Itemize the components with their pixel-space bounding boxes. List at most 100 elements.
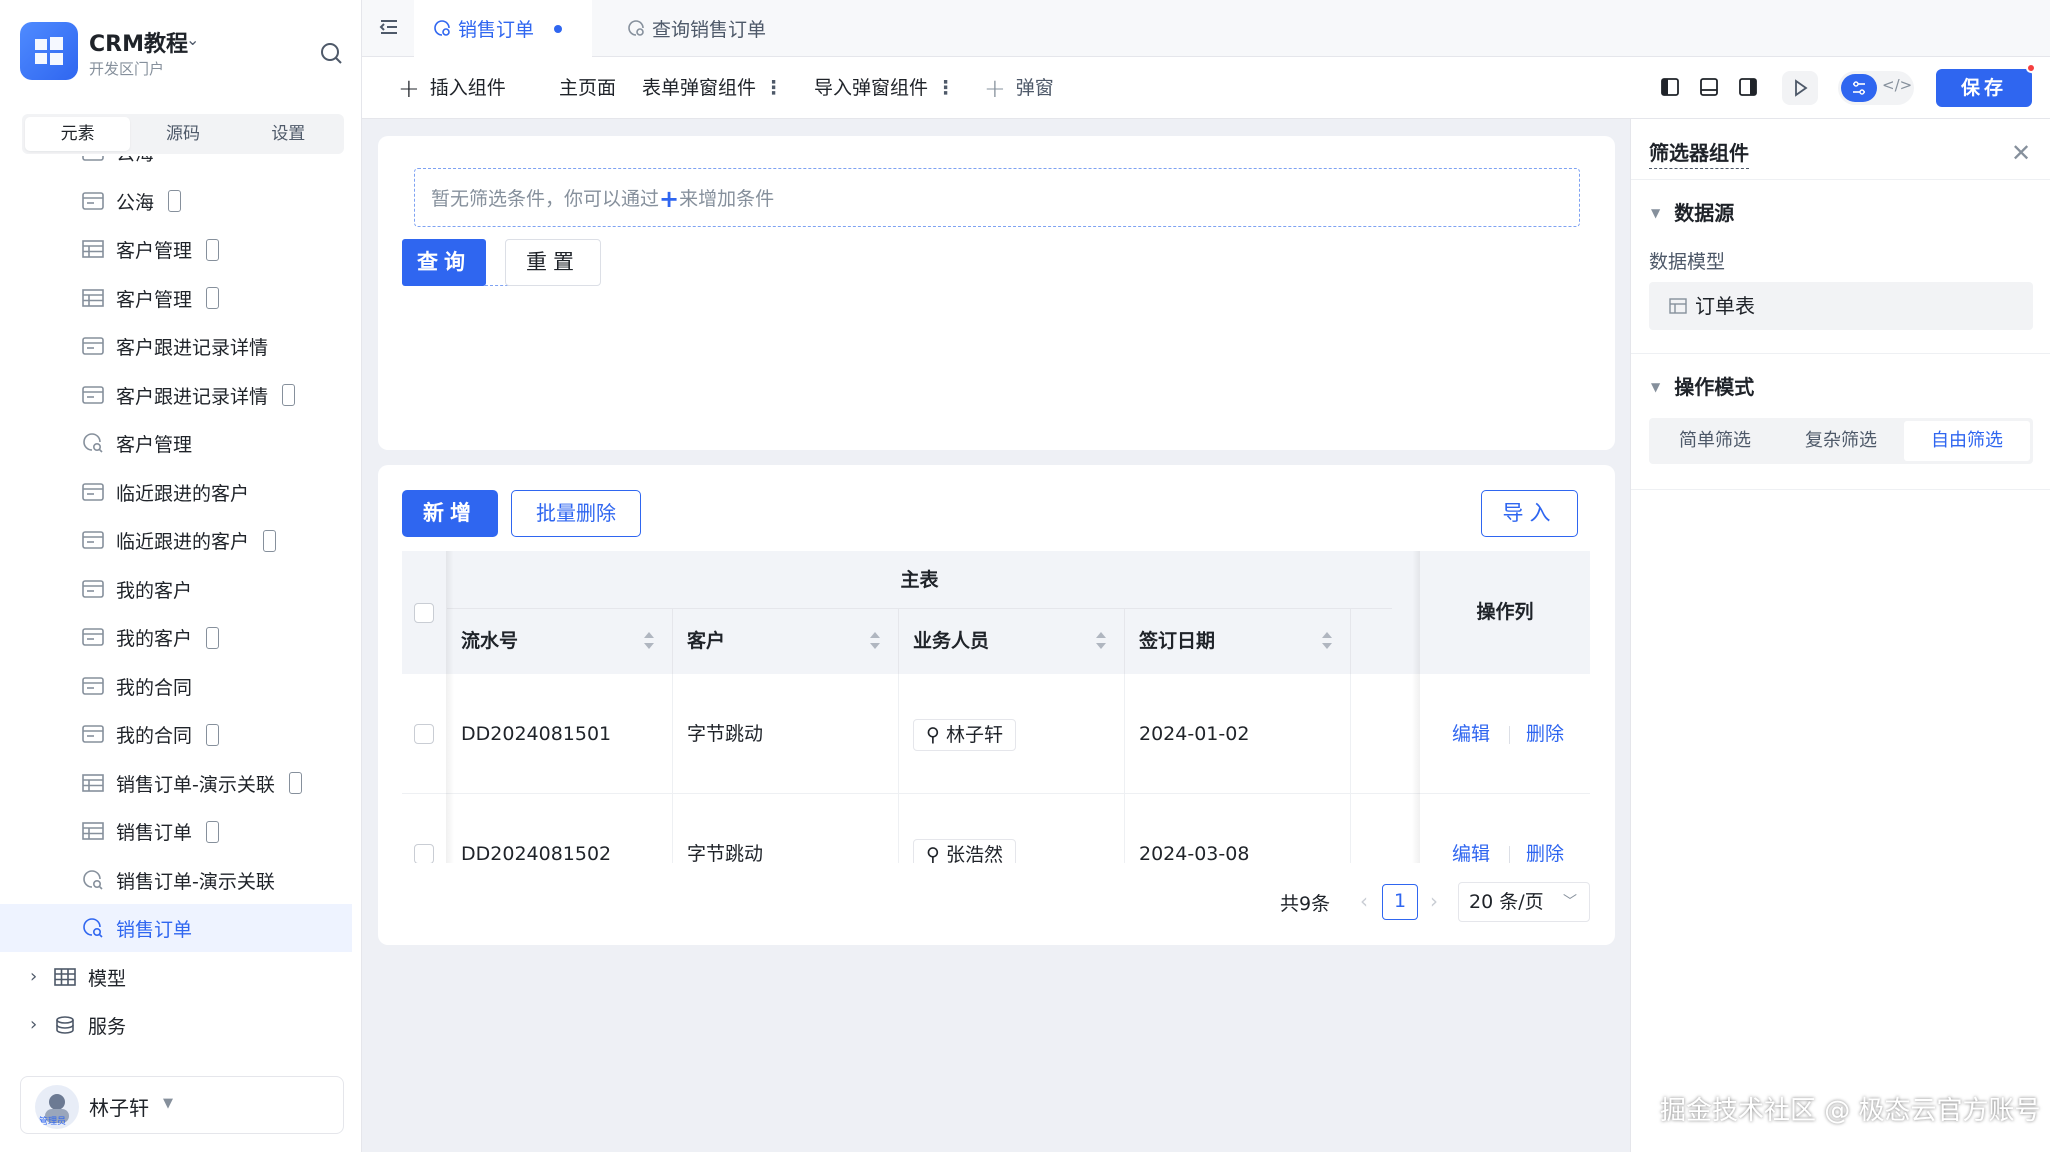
import-popup-button[interactable]: 导入弹窗组件 ⋮ [814,73,955,100]
sort-icon[interactable] [1322,632,1332,650]
sort-icon[interactable] [644,632,654,650]
sidebar-item-page[interactable]: 销售订单-演示关联 [0,759,352,807]
search-page-icon [434,19,450,36]
total-count: 共9条 [1280,893,1331,915]
divider [1509,846,1510,863]
sidebar-item-label-wrap: 销售订单-演示关联 [116,770,302,797]
sidebar-item-page[interactable]: 客户跟进记录详情 [0,322,352,370]
mode-simple-filter[interactable]: 简单筛选 [1652,421,1778,461]
search-icon[interactable] [318,40,344,66]
tab-source[interactable]: 源码 [130,117,235,151]
popup-button[interactable]: + 弹窗 [984,73,1054,104]
reset-button[interactable]: 重置 [505,239,601,286]
chevron-down-icon[interactable]: ⌄ [186,30,199,49]
collapse-triangle-icon[interactable]: ▼ [1651,380,1660,394]
mobile-icon [206,820,220,843]
sort-icon[interactable] [1096,632,1106,650]
row-checkbox[interactable] [414,724,434,744]
next-page-icon[interactable]: › [1430,889,1438,913]
header-sign-date[interactable]: 签订日期 [1125,609,1351,674]
collapse-triangle-icon[interactable]: ▼ [1651,206,1660,220]
sort-icon[interactable] [870,632,880,650]
insert-component-button[interactable]: + 插入组件 [398,73,506,104]
prev-page-icon[interactable]: ‹ [1360,889,1368,913]
design-code-toggle[interactable]: </> [1838,71,1914,105]
more-icon[interactable]: ⋮ [764,77,783,99]
sidebar-item-label: 销售订单 [116,822,193,844]
sidebar-item-page[interactable]: 销售订单-演示关联 [0,856,352,904]
tab-query-sales-order[interactable]: 查询销售订单 [608,0,768,57]
save-button[interactable]: 保存 [1936,69,2032,107]
sidebar-item-page[interactable]: 销售订单 [0,807,352,855]
select-all-checkbox[interactable] [414,603,434,623]
sidebar-item-page[interactable]: 我的合同 [0,662,352,710]
app-name[interactable]: CRM教程 [89,26,188,58]
sidebar-group[interactable]: › 服务 [0,1001,352,1046]
app-logo-icon[interactable] [20,22,78,80]
sidebar-item-page[interactable]: 我的客户 [0,565,352,613]
sidebar-item-page[interactable]: 客户管理 [0,225,352,273]
main-page-button[interactable]: 主页面 [559,73,616,100]
row-checkbox[interactable] [414,844,434,863]
tab-elements[interactable]: 元素 [25,117,131,151]
header-customer[interactable]: 客户 [673,609,899,674]
caret-down-icon[interactable]: ▼ [163,1096,173,1111]
sidebar-item-page[interactable]: 客户管理 [0,419,352,467]
filter-condition-dropzone[interactable]: 暂无筛选条件，你可以通过+来增加条件 [414,168,1580,227]
mobile-icon [206,723,220,746]
left-panel-icon[interactable] [1660,77,1680,97]
header-serial[interactable]: 流水号 [447,609,673,674]
datasource-section-header[interactable]: ▼ 数据源 [1651,197,1734,226]
tab-sales-order[interactable]: 销售订单 [414,0,592,57]
delete-link[interactable]: 删除 [1526,674,1564,794]
search-page-icon [628,19,644,36]
tab-settings[interactable]: 设置 [236,117,341,151]
mode-free-filter[interactable]: 自由筛选 [1904,421,2030,461]
batch-delete-button[interactable]: 批量删除 [511,490,641,537]
page-button-1[interactable]: 1 [1382,884,1418,920]
chevron-right-icon[interactable]: › [30,1014,37,1035]
code-mode-icon[interactable]: </> [1882,76,1912,94]
edit-link[interactable]: 编辑 [1452,794,1490,863]
sidebar-item-page[interactable]: 公海 [0,156,352,176]
filter-component[interactable]: 暂无筛选条件，你可以通过+来增加条件 查询 重置 [378,136,1615,450]
sidebar-item-page[interactable]: 公海 [0,177,352,225]
more-icon[interactable]: ⋮ [936,77,955,99]
header-staff[interactable]: 业务人员 [899,609,1125,674]
sidebar-item-page[interactable]: 客户管理 [0,274,352,322]
operation-mode-section-header[interactable]: ▼ 操作模式 [1651,371,1754,400]
page-size-select[interactable]: 20 条/页 ﹀ [1458,882,1590,922]
sidebar-item-page[interactable]: 客户跟进记录详情 [0,371,352,419]
add-button[interactable]: 新增 [402,490,498,537]
close-icon[interactable]: ✕ [2011,139,2031,167]
query-button[interactable]: 查询 [402,239,486,286]
preview-button[interactable] [1782,71,1818,105]
sidebar-group[interactable]: › 模型 [0,953,352,1001]
sidebar-item-page[interactable]: 我的客户 [0,613,352,661]
sidebar-item-label: 客户管理 [116,288,193,311]
right-panel-icon[interactable] [1738,77,1758,97]
bottom-panel-icon[interactable] [1699,77,1719,97]
tab-bar: 销售订单 查询销售订单 [362,0,2050,57]
collapse-sidebar-icon[interactable] [378,16,400,38]
sidebar-item-label: 临近跟进的客户 [116,482,250,505]
mode-complex-filter[interactable]: 复杂筛选 [1778,421,1904,461]
sidebar-item-page[interactable]: 临近跟进的客户 [0,516,352,564]
sidebar-item-page[interactable]: 我的合同 [0,710,352,758]
add-condition-icon[interactable]: + [659,185,679,213]
header-operations: 操作列 [1476,601,1534,623]
play-icon [1795,79,1808,97]
sidebar-item-page[interactable]: 临近跟进的客户 [0,468,352,516]
chevron-right-icon[interactable]: › [30,966,37,987]
sidebar-group-label: 服务 [88,1016,127,1038]
user-menu[interactable]: 管理员 林子轩 ▼ [20,1076,344,1134]
toolbar: + 插入组件 主页面 表单弹窗组件 ⋮ 导入弹窗组件 ⋮ + 弹窗 </> 保存 [362,57,2050,119]
delete-link[interactable]: 删除 [1526,794,1564,863]
table-icon [82,773,104,792]
edit-link[interactable]: 编辑 [1452,674,1490,794]
import-button[interactable]: 导入 [1481,490,1578,537]
data-model-select[interactable]: 订单表 [1649,282,2033,330]
sidebar-item-page[interactable]: 销售订单 [0,904,352,952]
design-mode-icon[interactable] [1841,74,1877,102]
form-popup-button[interactable]: 表单弹窗组件 ⋮ [642,73,783,100]
